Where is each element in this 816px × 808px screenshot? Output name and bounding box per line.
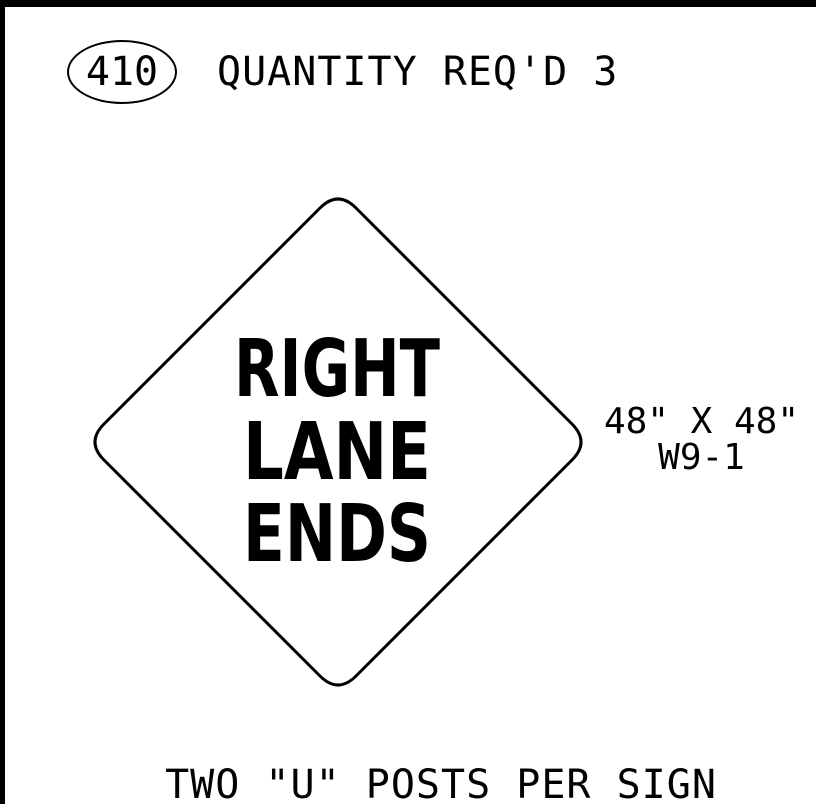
posts-note: TWO "U" POSTS PER SIGN (165, 762, 717, 808)
sign-legend-line-3: ENDS (243, 488, 431, 580)
sign-legend-line-1: RIGHT (234, 323, 440, 415)
sign-legend-line-2: LANE (243, 406, 431, 498)
sign-size-block: 48" X 48" W9-1 (587, 404, 816, 476)
sign-size: 48" X 48" (603, 401, 800, 442)
sign-code: W9-1 (658, 437, 745, 478)
